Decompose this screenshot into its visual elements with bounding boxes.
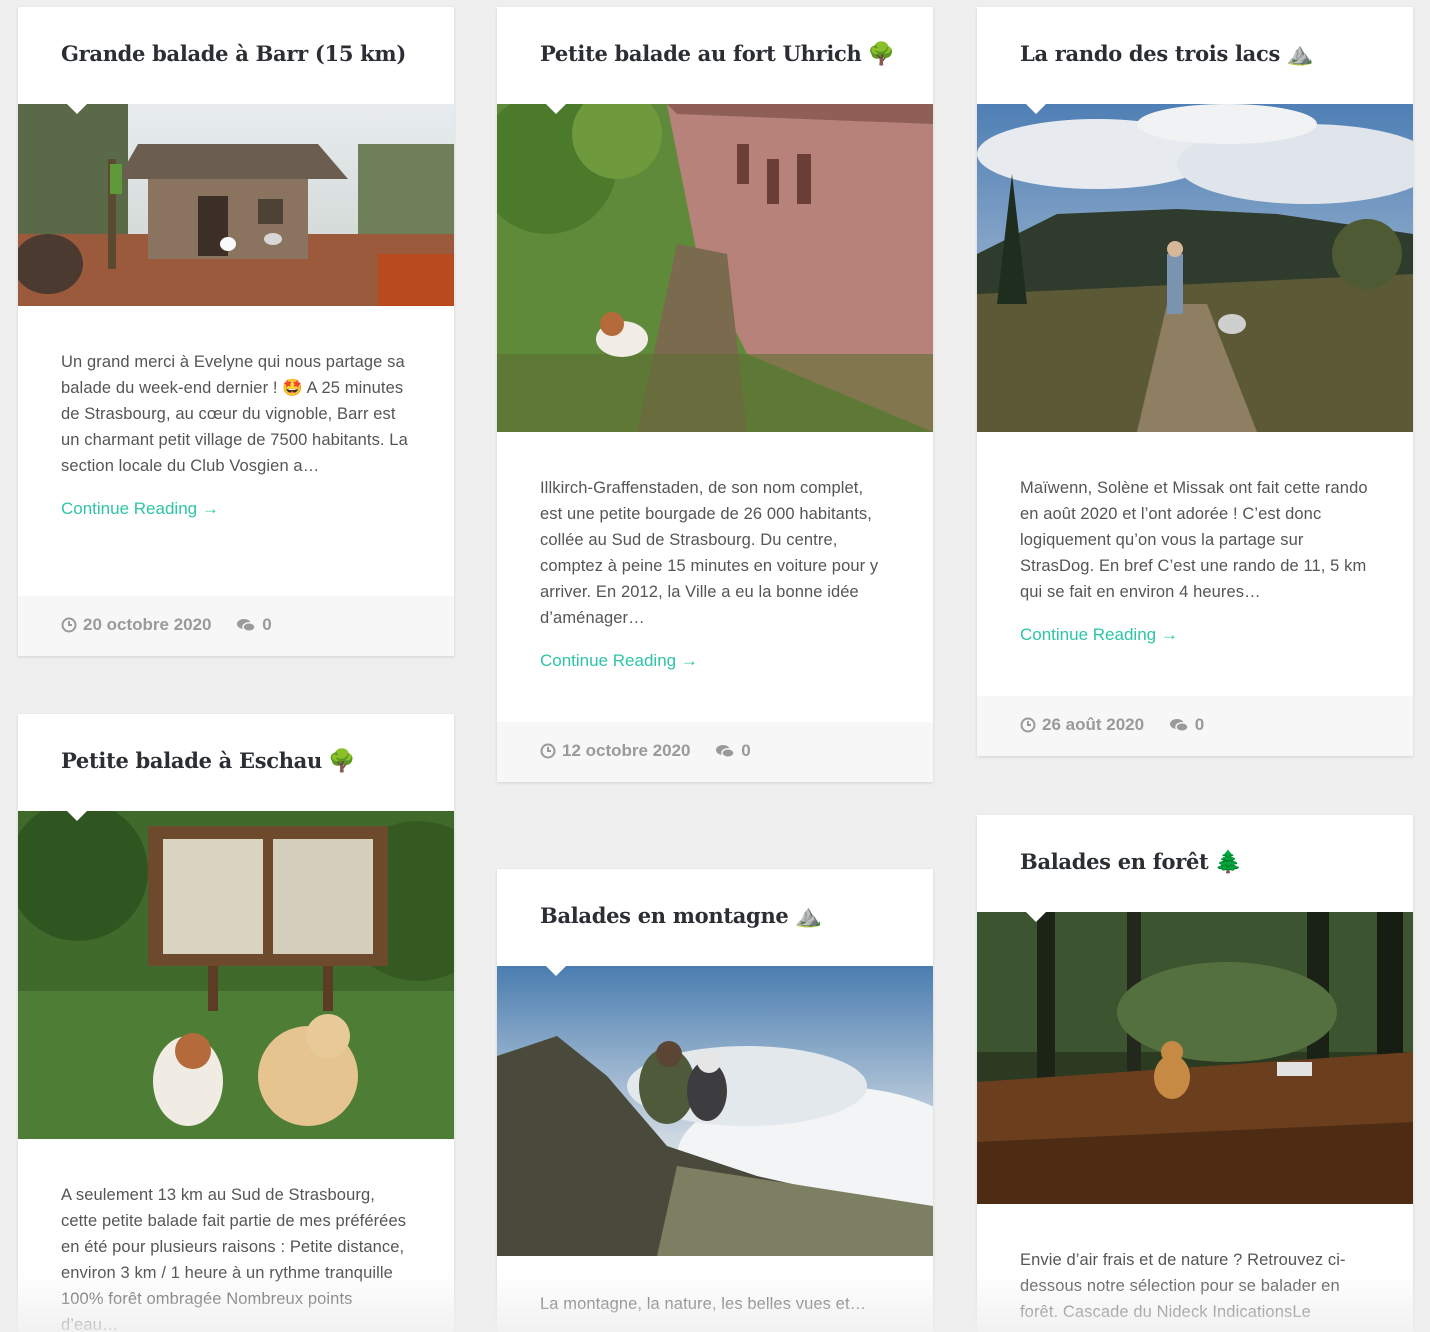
post-excerpt: Maïwenn, Solène et Missak ont fait cette… xyxy=(1020,479,1368,601)
post-title[interactable]: Grande balade à Barr (15 km) xyxy=(18,7,454,104)
post-date[interactable]: 12 octobre 2020 xyxy=(562,741,691,760)
continue-reading-link[interactable]: Continue Reading → xyxy=(18,499,262,519)
image-notch xyxy=(66,810,88,821)
post-image[interactable] xyxy=(977,911,1413,1204)
post-title-text[interactable]: Petite balade à Eschau xyxy=(61,748,322,773)
tree-icon: 🌳 xyxy=(327,749,356,774)
post-title[interactable]: La rando des trois lacs ⛰️ xyxy=(977,7,1413,104)
clock-icon xyxy=(540,743,556,764)
post-card-foret: Balades en forêt 🌲 Envie d’air frais et d… xyxy=(977,815,1413,1332)
post-image[interactable] xyxy=(497,103,933,432)
clock-icon xyxy=(61,617,77,638)
post-title-text[interactable]: Grande balade à Barr (15 km) xyxy=(61,41,406,66)
post-title[interactable]: Balades en forêt 🌲 xyxy=(977,815,1413,912)
post-meta: 12 octobre 2020 0 xyxy=(497,722,933,782)
image-notch xyxy=(1025,911,1047,922)
image-notch xyxy=(66,103,88,114)
forest-photo[interactable] xyxy=(977,912,1413,1204)
comments-icon xyxy=(236,617,256,638)
image-notch xyxy=(545,965,567,976)
post-title-text[interactable]: Balades en forêt xyxy=(1020,849,1209,874)
post-excerpt: Envie d’air frais et de nature ? Retrouv… xyxy=(1020,1251,1346,1321)
post-title[interactable]: Petite balade à Eschau 🌳 xyxy=(18,714,454,811)
post-meta: 26 août 2020 0 xyxy=(977,696,1413,756)
comment-count[interactable]: 0 xyxy=(1195,715,1204,734)
image-notch xyxy=(545,103,567,114)
hut-photo[interactable] xyxy=(18,104,454,306)
post-title-text[interactable]: Petite balade au fort Uhrich xyxy=(540,41,862,66)
post-image[interactable] xyxy=(18,810,454,1139)
post-card-fort-uhrich: Petite balade au fort Uhrich 🌳 Illkirch-G… xyxy=(497,7,933,782)
post-image[interactable] xyxy=(18,103,454,306)
comments-icon xyxy=(715,743,735,764)
post-excerpt: A seulement 13 km au Sud de Strasbourg, … xyxy=(61,1186,407,1332)
post-date[interactable]: 26 août 2020 xyxy=(1042,715,1144,734)
three-lakes-photo[interactable] xyxy=(977,104,1413,432)
fort-wall-photo[interactable] xyxy=(497,104,933,432)
image-notch xyxy=(1025,103,1047,114)
post-card-barr: Grande balade à Barr (15 km) Un grand me… xyxy=(18,7,454,656)
post-date[interactable]: 20 octobre 2020 xyxy=(83,615,212,634)
mountain-photo[interactable] xyxy=(497,966,933,1256)
post-title-text[interactable]: Balades en montagne xyxy=(540,903,789,928)
post-excerpt: Un grand merci à Evelyne qui nous partag… xyxy=(61,353,408,475)
post-image[interactable] xyxy=(977,103,1413,432)
continue-reading-link[interactable]: Continue Reading → xyxy=(497,651,741,671)
continue-reading-link[interactable]: Continue Reading → xyxy=(977,625,1221,645)
mountain-icon: ⛰️ xyxy=(1285,42,1314,67)
clock-icon xyxy=(1020,717,1036,738)
post-card-montagne: Balades en montagne ⛰️ La montagne, la na… xyxy=(497,869,933,1332)
post-image[interactable] xyxy=(497,965,933,1256)
dogs-sign-photo[interactable] xyxy=(18,811,454,1139)
post-card-eschau: Petite balade à Eschau 🌳 A seulement 13 k… xyxy=(18,714,454,1332)
post-excerpt: La montagne, la nature, les belles vues … xyxy=(540,1295,867,1313)
comment-count[interactable]: 0 xyxy=(741,741,750,760)
evergreen-tree-icon: 🌲 xyxy=(1214,850,1242,875)
comment-count[interactable]: 0 xyxy=(262,615,271,634)
post-meta: 20 octobre 2020 0 xyxy=(18,596,454,656)
tree-icon: 🌳 xyxy=(867,42,895,67)
post-title[interactable]: Petite balade au fort Uhrich 🌳 xyxy=(497,7,933,104)
post-excerpt: Illkirch-Graffenstaden, de son nom compl… xyxy=(540,479,879,627)
comments-icon xyxy=(1169,717,1189,738)
mountain-icon: ⛰️ xyxy=(794,904,822,929)
post-title-text[interactable]: La rando des trois lacs xyxy=(1020,41,1280,66)
post-title[interactable]: Balades en montagne ⛰️ xyxy=(497,869,933,966)
post-card-trois-lacs: La rando des trois lacs ⛰️ Maïwenn, Solèn… xyxy=(977,7,1413,756)
